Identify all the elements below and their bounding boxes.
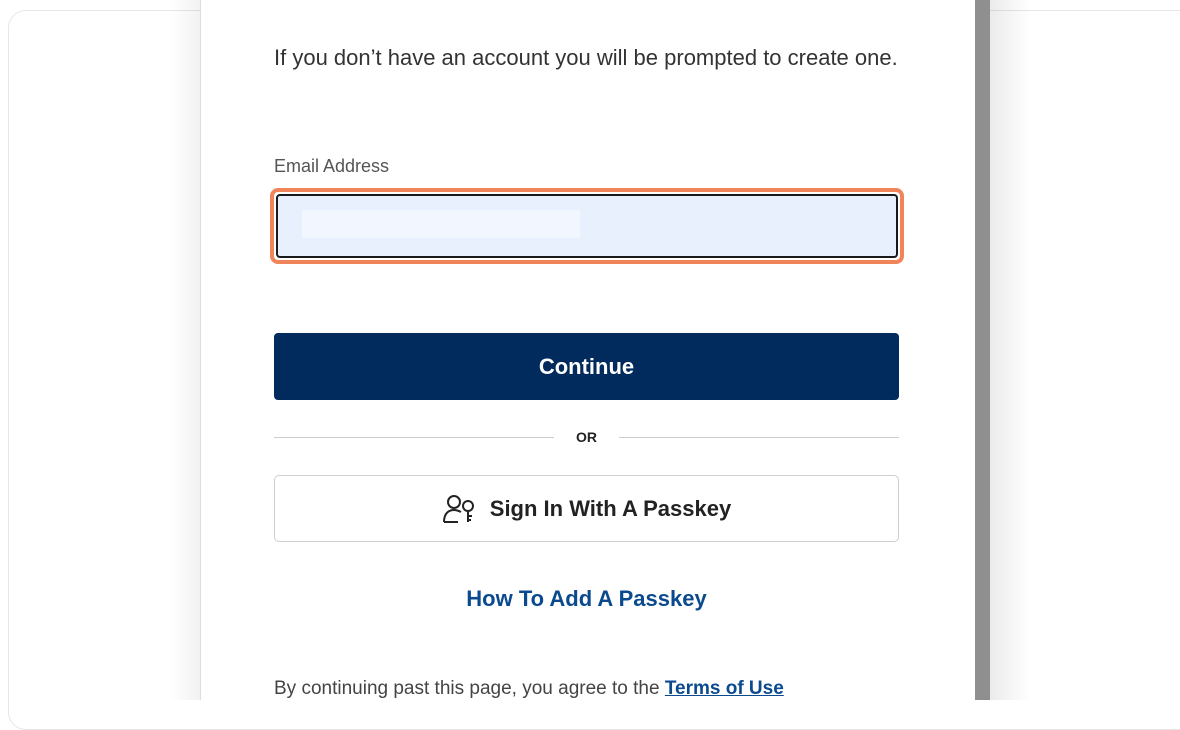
legal-text: By continuing past this page, you agree … [274, 678, 914, 700]
email-input-box[interactable] [276, 194, 898, 258]
panel-shadow-right [990, 0, 1030, 700]
continue-button[interactable]: Continue [274, 333, 899, 400]
person-key-icon [442, 494, 474, 523]
scrollbar[interactable] [975, 0, 990, 700]
terms-of-use-link[interactable]: Terms of Use [665, 678, 784, 699]
email-label: Email Address [274, 156, 390, 176]
redacted-email-value [302, 210, 580, 238]
passkey-button-label: Sign In With A Passkey [489, 495, 732, 521]
email-field[interactable] [270, 188, 904, 264]
intro-text: If you don’t have an account you will be… [274, 45, 898, 70]
divider-label: OR [576, 429, 597, 445]
passkey-signin-button[interactable]: Sign In With A Passkey [274, 475, 899, 542]
or-divider: OR [274, 426, 899, 448]
panel-shadow-left [170, 0, 200, 700]
how-to-add-passkey-link[interactable]: How To Add A Passkey [274, 586, 899, 612]
legal-prefix: By continuing past this page, you agree … [274, 678, 660, 699]
divider-line-left [274, 436, 554, 438]
divider-line-right [619, 436, 899, 438]
